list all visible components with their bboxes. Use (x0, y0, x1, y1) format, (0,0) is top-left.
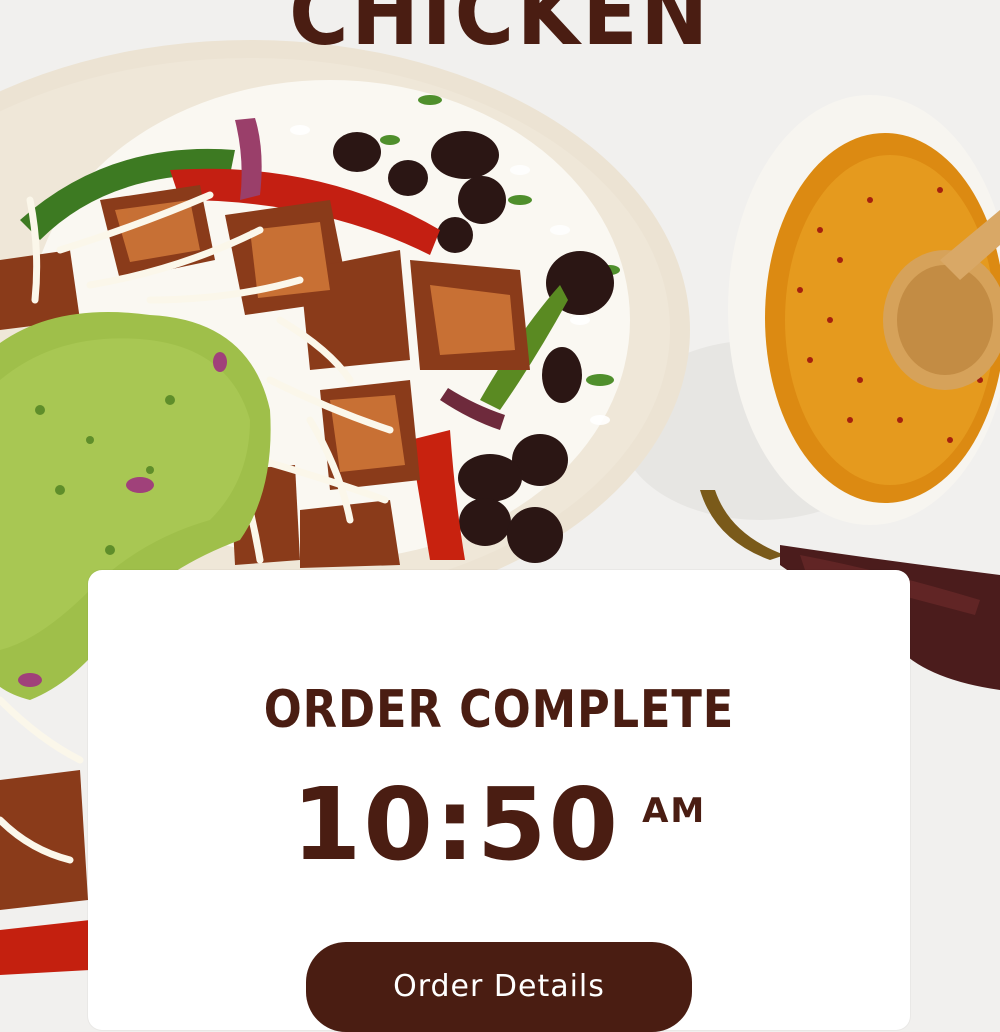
pickup-time-meridiem: AM (642, 791, 707, 831)
headline-title: CHICKEN (289, 0, 711, 65)
chili-oil-cup-image (728, 95, 1000, 525)
order-details-button[interactable]: Order Details (306, 942, 692, 1032)
pickup-time-value: 10:50 (291, 766, 621, 883)
order-status-title: ORDER COMPLETE (263, 680, 735, 740)
order-confirmation-card: ORDER COMPLETE 10:50 AM Order Details (88, 570, 910, 1032)
pickup-time: 10:50 AM (88, 775, 910, 875)
